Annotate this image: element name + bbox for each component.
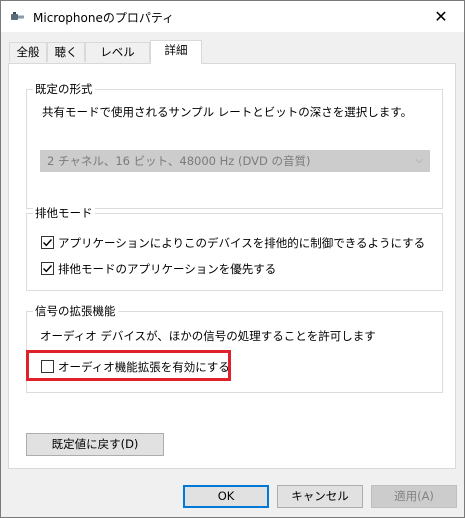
ok-button[interactable]: OK [183,485,269,508]
format-select[interactable]: 2 チャネル、16 ビット、48000 Hz (DVD の音質) ⌵ [40,150,430,172]
restore-defaults-button[interactable]: 既定値に戻す(D) [26,433,164,456]
apply-button[interactable]: 適用(A) [371,485,457,508]
tab-listen[interactable]: 聴く [47,42,85,62]
highlight-box [26,350,231,381]
checkmark-icon [43,239,53,247]
signal-enhancements-title: 信号の拡張機能 [33,304,118,318]
exclusive-mode-title: 排他モード [33,206,95,220]
format-select-value: 2 チャネル、16 ビット、48000 Hz (DVD の音質) [47,154,311,168]
tab-panel-advanced: 既定の形式 共有モードで使用されるサンプル レートとビットの深さを選択します。 … [8,63,456,469]
exclusive-priority-checkbox[interactable] [41,262,54,275]
properties-dialog: Microphoneのプロパティ ✕ 全般 聴く レベル 詳細 既定の形式 共有… [0,0,465,518]
tab-general[interactable]: 全般 [9,42,47,62]
checkmark-icon [43,265,53,273]
exclusive-priority-label: 排他モードのアプリケーションを優先する [58,262,277,276]
microphone-icon [11,12,24,20]
close-button[interactable]: ✕ [418,1,464,32]
default-format-title: 既定の形式 [33,82,95,96]
default-format-description: 共有モードで使用されるサンプル レートとビットの深さを選択します。 [42,105,413,119]
window-title: Microphoneのプロパティ [33,11,175,25]
tab-levels[interactable]: レベル [85,42,150,62]
exclusive-control-label: アプリケーションによりこのデバイスを排他的に制御できるようにする [58,236,426,250]
exclusive-control-checkbox[interactable] [41,236,54,249]
cancel-button[interactable]: キャンセル [277,485,363,508]
title-bar[interactable]: Microphoneのプロパティ ✕ [1,1,464,32]
signal-enhancements-description: オーディオ デバイスが、ほかの信号の処理することを許可します [40,329,376,343]
exclusive-mode-group: 排他モード [26,206,443,291]
tab-advanced[interactable]: 詳細 [150,40,202,64]
close-icon: ✕ [434,7,448,26]
chevron-down-icon: ⌵ [415,155,423,166]
